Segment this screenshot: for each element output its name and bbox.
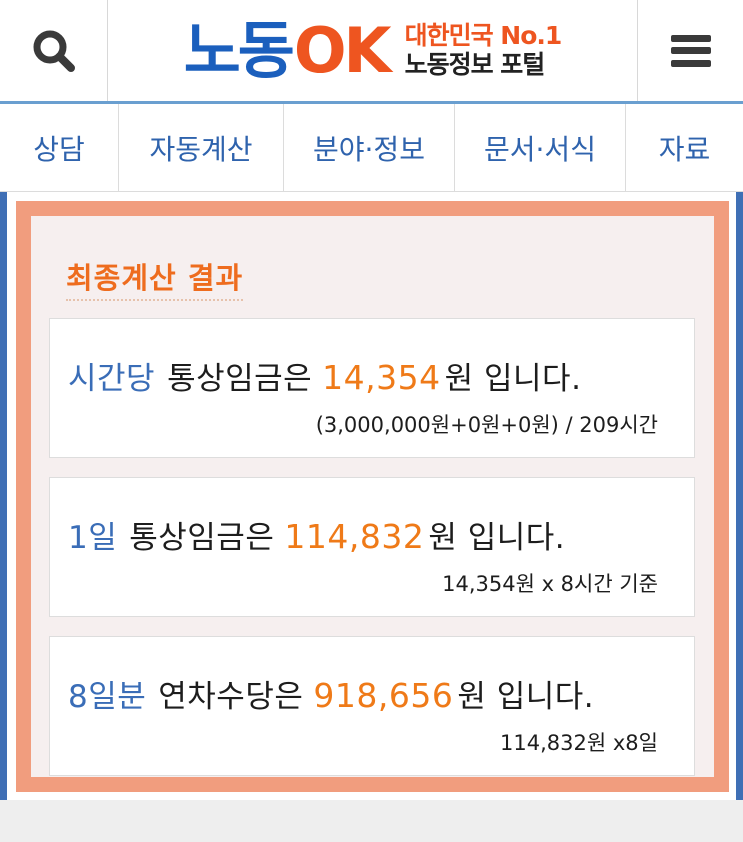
- site-logo[interactable]: 노동 OK 대한민국 No.1 노동정보 포털: [108, 0, 637, 101]
- result-prefix: 1일: [68, 520, 118, 556]
- logo-ko-text: 노동: [183, 13, 295, 87]
- result-amount: 918,656: [313, 676, 454, 715]
- result-subject: 통상임금은: [129, 520, 275, 556]
- result-main-line: 시간당 통상임금은 14,354 원 입니다.: [68, 353, 581, 398]
- result-main-line: 8일분 연차수당은 918,656 원 입니다.: [68, 671, 594, 716]
- result-amount: 14,354: [322, 358, 441, 397]
- result-suffix: 원 입니다.: [428, 520, 566, 556]
- menu-button[interactable]: [637, 0, 743, 101]
- right-border-bar: [736, 192, 743, 800]
- logo-wordmark: 노동 OK: [183, 13, 392, 87]
- logo-tagline: 대한민국 No.1 노동정보 포털: [404, 20, 563, 80]
- result-card-daily: 1일 통상임금은 114,832 원 입니다. 14,354원 x 8시간 기준: [49, 477, 695, 617]
- site-header: 노동 OK 대한민국 No.1 노동정보 포털: [0, 0, 743, 104]
- content-area: 최종계산 결과 시간당 통상임금은 14,354 원 입니다. (3,000,000원…: [0, 192, 743, 842]
- result-card-hourly: 시간당 통상임금은 14,354 원 입니다. (3,000,000원+0원+0원) …: [49, 318, 695, 458]
- logo-ok-text: OK: [293, 13, 392, 87]
- result-suffix: 원 입니다.: [457, 679, 595, 715]
- result-amount: 114,832: [284, 517, 425, 556]
- search-button[interactable]: [0, 0, 108, 101]
- logo-tagline-top: 대한민국 No.1: [404, 20, 563, 50]
- nav-item-field-info[interactable]: 분야·정보: [284, 104, 455, 191]
- result-prefix: 8일분: [68, 679, 147, 715]
- nav-item-materials[interactable]: 자료: [626, 104, 743, 191]
- result-detail: 114,832원 x8일: [500, 731, 658, 755]
- result-detail: 14,354원 x 8시간 기준: [442, 572, 658, 596]
- result-title: 최종계산 결과: [66, 255, 244, 301]
- nav-item-consult[interactable]: 상담: [0, 104, 119, 191]
- result-subject: 통상임금은: [167, 361, 313, 397]
- result-card-annual-leave: 8일분 연차수당은 918,656 원 입니다. 114,832원 x8일: [49, 636, 695, 776]
- search-icon: [33, 30, 75, 72]
- result-subject: 연차수당은: [158, 679, 304, 715]
- main-nav: 상담 자동계산 분야·정보 문서·서식 자료: [0, 104, 743, 192]
- result-box: 최종계산 결과 시간당 통상임금은 14,354 원 입니다. (3,000,000원…: [16, 201, 729, 792]
- result-prefix: 시간당: [68, 361, 156, 397]
- result-main-line: 1일 통상임금은 114,832 원 입니다.: [68, 512, 565, 557]
- left-border-bar: [0, 192, 7, 800]
- logo-tagline-bottom: 노동정보 포털: [404, 49, 546, 79]
- nav-item-documents[interactable]: 문서·서식: [455, 104, 626, 191]
- hamburger-menu-icon: [670, 34, 711, 67]
- result-suffix: 원 입니다.: [444, 361, 582, 397]
- nav-item-auto-calc[interactable]: 자동계산: [119, 104, 284, 191]
- result-detail: (3,000,000원+0원+0원) / 209시간: [315, 413, 658, 437]
